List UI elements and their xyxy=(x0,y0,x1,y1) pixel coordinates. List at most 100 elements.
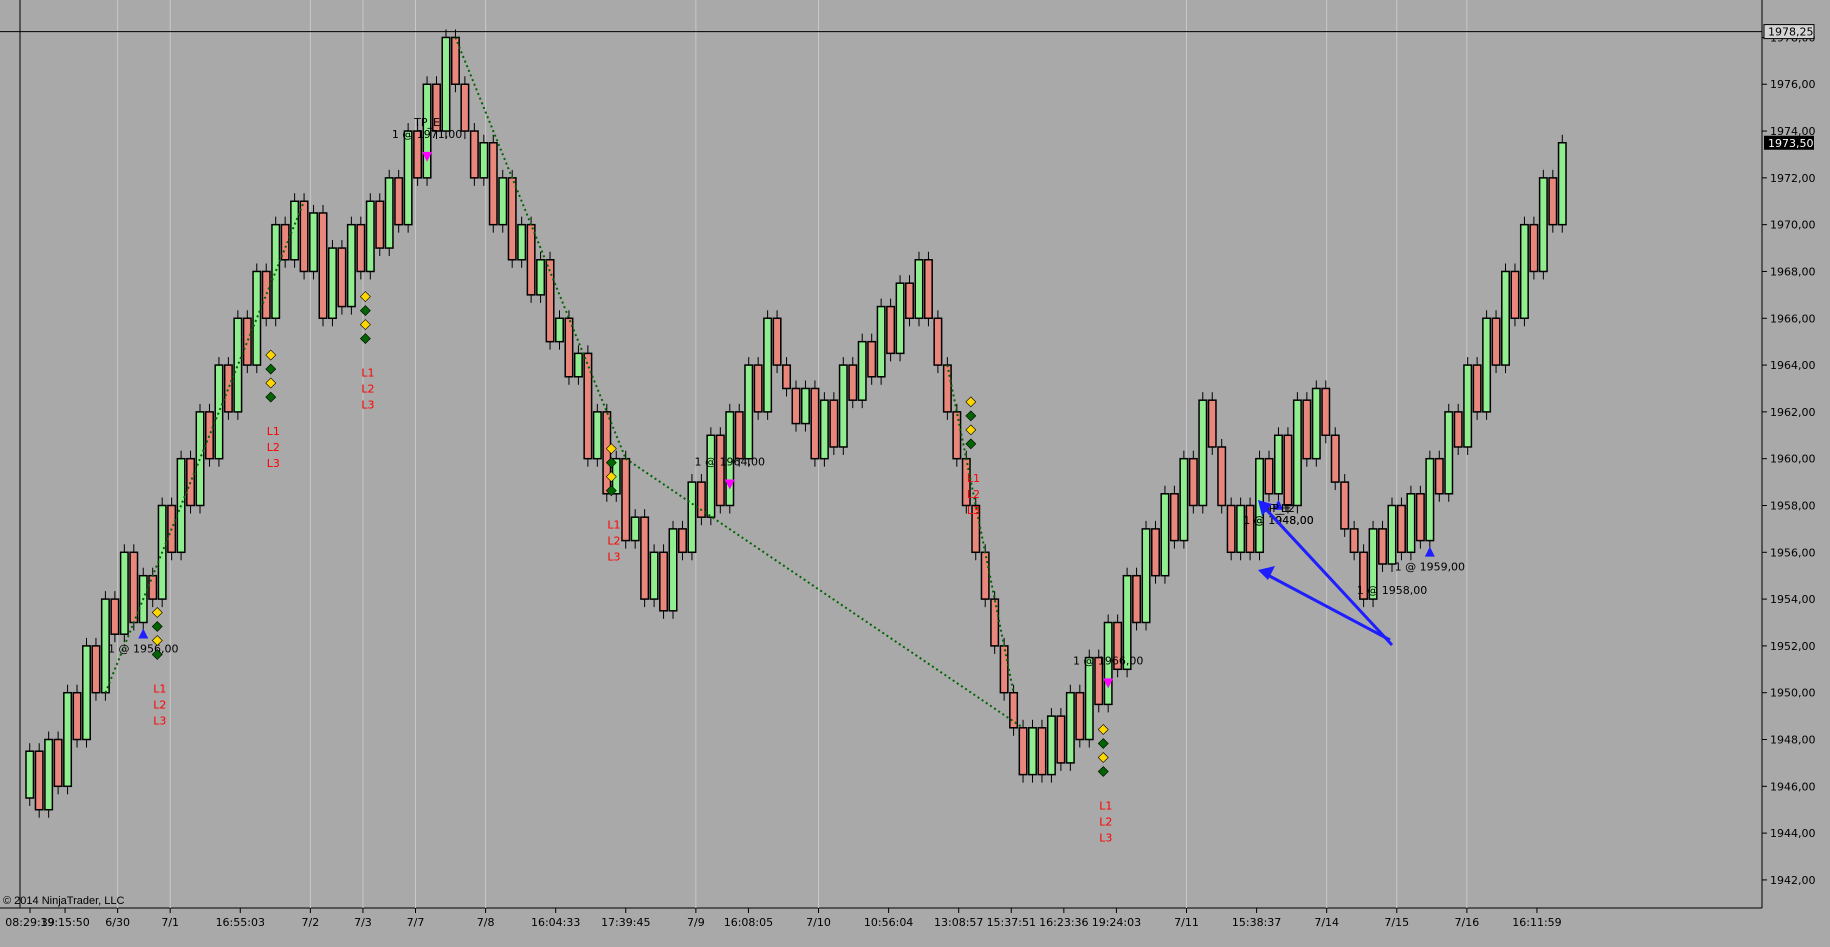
candle-body xyxy=(1226,504,1236,554)
candle-body xyxy=(933,317,943,366)
candle-body xyxy=(545,259,555,343)
candle-body xyxy=(1273,434,1283,495)
y-tick-label: 1950,00 xyxy=(1770,687,1816,700)
candle-body xyxy=(715,434,725,507)
signal-fill-label: 1 @ 1971,00 xyxy=(392,128,462,141)
x-tick-label: 7/10 xyxy=(806,916,831,929)
candle-body xyxy=(365,200,375,273)
y-tick-label: 1956,00 xyxy=(1770,546,1816,559)
candle-body xyxy=(1236,504,1246,554)
candle-body xyxy=(696,481,706,518)
y-tick-label: 1944,00 xyxy=(1770,827,1816,840)
candle-body xyxy=(1557,142,1567,226)
signal-fill-label: 1 @ 1959,00 xyxy=(1395,561,1465,574)
level-label: L2 xyxy=(967,488,980,501)
y-tick-label: 1962,00 xyxy=(1770,406,1816,419)
x-tick-label: 7/16 xyxy=(1455,916,1480,929)
candle-body xyxy=(261,270,271,320)
candle-body xyxy=(1463,364,1473,448)
crosshair-price-label: 1978,25 xyxy=(1768,26,1814,39)
candle-body xyxy=(1075,691,1085,741)
candle-body xyxy=(1378,528,1388,565)
level-label: L2 xyxy=(267,441,280,454)
candle-body xyxy=(1406,493,1416,554)
level-label: L2 xyxy=(153,698,166,711)
candle-body xyxy=(583,352,593,460)
candle-body xyxy=(819,399,829,460)
candle-body xyxy=(734,411,744,460)
candle-body xyxy=(1387,504,1397,565)
x-tick-label: 10:56:04 xyxy=(864,916,913,929)
price-chart[interactable]: 08:29:3919:15:50 6/30 7/1 16:55:03 7/2 7/3 7/7… xyxy=(0,0,1830,942)
candle-body xyxy=(914,259,924,320)
candle-body xyxy=(1283,434,1293,507)
candle-body xyxy=(1453,411,1463,448)
candle-body xyxy=(1311,387,1321,460)
candle-body xyxy=(630,516,640,542)
x-tick-label: 19:24:03 xyxy=(1092,916,1141,929)
candle-body xyxy=(1472,364,1482,413)
candle-body xyxy=(1198,399,1208,507)
candle-body xyxy=(129,551,139,624)
candle-body xyxy=(990,598,1000,647)
candle-body xyxy=(290,200,300,261)
candle-body xyxy=(876,305,886,378)
candle-body xyxy=(952,411,962,460)
candle-body xyxy=(233,317,243,413)
copyright-text: © 2014 NinjaTrader, LLC xyxy=(3,895,125,907)
last-price-label: 1973,50 xyxy=(1768,137,1814,150)
level-label: L3 xyxy=(267,457,280,470)
candle-body xyxy=(1264,457,1274,495)
x-tick-label: 7/14 xyxy=(1314,916,1339,929)
signal-fill-label: 1 @ 1958,00 xyxy=(1357,584,1427,597)
candle-body xyxy=(1188,457,1198,507)
candle-body xyxy=(848,364,858,401)
level-label: L1 xyxy=(153,682,166,695)
signal-fill-label: 1 @ 1966,00 xyxy=(1073,654,1143,667)
candle-body xyxy=(763,317,773,413)
level-label: L1 xyxy=(361,367,374,380)
candle-body xyxy=(1179,457,1189,542)
candle-body xyxy=(1141,528,1151,624)
candle-body xyxy=(110,598,120,635)
candle-body xyxy=(394,177,404,226)
y-tick-label: 1958,00 xyxy=(1770,499,1816,512)
candle-body xyxy=(1529,223,1539,273)
candle-body xyxy=(659,551,669,612)
x-tick-label: 17:39:45 xyxy=(601,916,650,929)
candle-body xyxy=(517,223,527,261)
candle-body xyxy=(555,317,564,343)
candle-body xyxy=(980,551,990,600)
y-tick-label: 1952,00 xyxy=(1770,640,1816,653)
level-label: L2 xyxy=(361,383,374,396)
candle-body xyxy=(573,352,583,378)
candle-body xyxy=(1444,411,1454,495)
candle-body xyxy=(791,387,801,425)
y-tick-label: 1946,00 xyxy=(1770,780,1816,793)
x-tick-label: 16:04:33 xyxy=(531,916,580,929)
candle-body xyxy=(753,364,763,413)
level-label: L3 xyxy=(361,399,374,412)
x-tick-label: 7/9 xyxy=(687,916,705,929)
candle-body xyxy=(1415,493,1425,542)
candle-body xyxy=(1548,177,1558,226)
candle-body xyxy=(1349,528,1359,554)
level-label: L1 xyxy=(1099,800,1112,813)
candle-body xyxy=(564,317,574,378)
candle-body xyxy=(1510,270,1520,320)
candle-body xyxy=(186,457,196,507)
candle-body xyxy=(507,177,517,261)
level-label: L3 xyxy=(607,551,620,564)
candle-body xyxy=(886,305,896,355)
candle-body xyxy=(356,223,366,273)
candle-body xyxy=(1302,399,1312,460)
candle-body xyxy=(1169,493,1179,542)
candle-body xyxy=(857,340,867,401)
candle-body xyxy=(252,270,262,366)
candle-body xyxy=(327,247,337,320)
x-tick-label: 16:11:59 xyxy=(1512,916,1561,929)
candle-body xyxy=(800,387,810,425)
candle-body xyxy=(621,457,631,542)
candle-body xyxy=(1046,715,1056,776)
plot-area xyxy=(0,0,1762,908)
